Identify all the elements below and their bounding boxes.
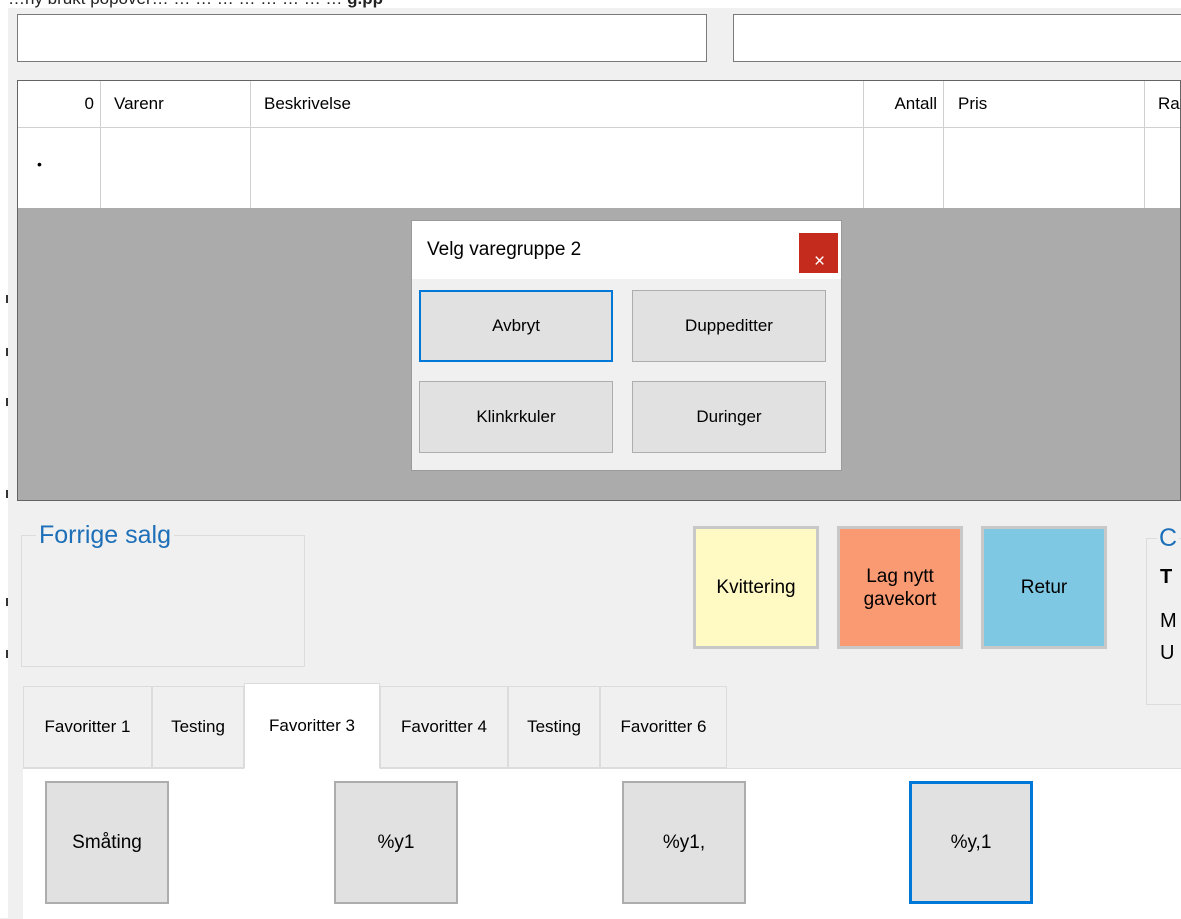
info-line-total: T xyxy=(1160,566,1173,588)
cell-beskrivelse[interactable] xyxy=(251,128,864,208)
group-button-klinkrkuler[interactable]: Klinkrkuler xyxy=(419,381,613,453)
edge-tick xyxy=(6,490,8,498)
tab-favoritter-1[interactable]: Favoritter 1 xyxy=(23,686,152,768)
receipt-button[interactable]: Kvittering xyxy=(693,526,819,649)
product-group-dialog: Velg varegruppe 2 × Avbryt Duppeditter K… xyxy=(411,220,842,471)
new-giftcard-button-label: Lag nytt gavekort xyxy=(863,565,937,610)
tab-testing-1[interactable]: Testing xyxy=(152,686,244,768)
column-header-rabatt-label: Ra xyxy=(1158,94,1180,113)
tab-testing-2[interactable]: Testing xyxy=(508,686,600,768)
edge-tick xyxy=(6,348,8,356)
previous-sale-groupbox xyxy=(21,535,305,667)
cropped-text-bold: g.pp xyxy=(347,0,383,8)
tab-favoritter-3[interactable]: Favoritter 3 xyxy=(244,683,380,769)
edge-tick xyxy=(6,398,8,406)
cropped-text-normal: …ny brukt popover… … … … … … … … … xyxy=(8,0,342,8)
column-header-beskrivelse-label: Beskrivelse xyxy=(264,94,351,113)
column-header-pris[interactable]: Pris xyxy=(944,81,1145,127)
cell-varenr[interactable] xyxy=(101,128,251,208)
info-line-3: U xyxy=(1160,642,1175,664)
info-line-2: M xyxy=(1160,610,1177,632)
cell-rabatt[interactable] xyxy=(1145,128,1180,208)
group-button-duppeditter[interactable]: Duppeditter xyxy=(632,290,826,362)
cropped-text: …ny brukt popover… … … … … … … … … g.pp xyxy=(8,0,383,8)
return-button[interactable]: Retur xyxy=(981,526,1107,649)
column-header-pris-label: Pris xyxy=(958,94,988,113)
tab-favoritter-6[interactable]: Favoritter 6 xyxy=(600,686,727,768)
cancel-button[interactable]: Avbryt xyxy=(419,290,613,362)
previous-sale-title: Forrige salg xyxy=(36,521,174,550)
row-header[interactable]: • xyxy=(18,128,101,208)
column-header-varenr[interactable]: Varenr xyxy=(101,81,251,127)
left-window-edge xyxy=(0,0,8,918)
favorite-button-y1-comma[interactable]: %y1, xyxy=(622,781,746,904)
dialog-title: Velg varegruppe 2 xyxy=(427,239,582,260)
group-button-duringer[interactable]: Duringer xyxy=(632,381,826,453)
favorite-button-y-comma-1[interactable]: %y,1 xyxy=(909,781,1033,904)
close-icon: × xyxy=(814,251,826,272)
column-header-count-label: 0 xyxy=(84,94,94,113)
column-header-count[interactable]: 0 xyxy=(18,81,101,127)
edge-tick xyxy=(6,295,8,303)
grid-header: 0 Varenr Beskrivelse Antall Pris Ra xyxy=(18,81,1180,128)
edge-tick xyxy=(6,598,8,606)
cell-pris[interactable] xyxy=(944,128,1145,208)
favorite-button-smating[interactable]: Småting xyxy=(45,781,169,904)
return-button-label: Retur xyxy=(1020,577,1068,598)
info-title: C xyxy=(1157,524,1180,553)
tab-favoritter-4[interactable]: Favoritter 4 xyxy=(380,686,508,768)
input-field-right[interactable] xyxy=(733,14,1181,62)
receipt-button-label: Kvittering xyxy=(716,577,796,598)
close-button[interactable]: × xyxy=(799,233,838,273)
top-cropped-text-strip: …ny brukt popover… … … … … … … … … g.pp xyxy=(0,0,1181,8)
column-header-rabatt[interactable]: Ra xyxy=(1145,81,1180,127)
new-giftcard-button[interactable]: Lag nytt gavekort xyxy=(837,526,963,649)
new-row[interactable]: • xyxy=(18,128,1180,208)
dialog-title-bar: Velg varegruppe 2 × xyxy=(412,221,841,279)
favorite-button-y1[interactable]: %y1 xyxy=(334,781,458,904)
column-header-antall[interactable]: Antall xyxy=(864,81,944,127)
input-field-left[interactable] xyxy=(17,14,707,62)
column-header-varenr-label: Varenr xyxy=(114,94,164,113)
column-header-beskrivelse[interactable]: Beskrivelse xyxy=(251,81,864,127)
cell-antall[interactable] xyxy=(864,128,944,208)
column-header-antall-label: Antall xyxy=(894,94,937,113)
edge-tick xyxy=(6,650,8,658)
new-row-marker: • xyxy=(37,156,42,172)
